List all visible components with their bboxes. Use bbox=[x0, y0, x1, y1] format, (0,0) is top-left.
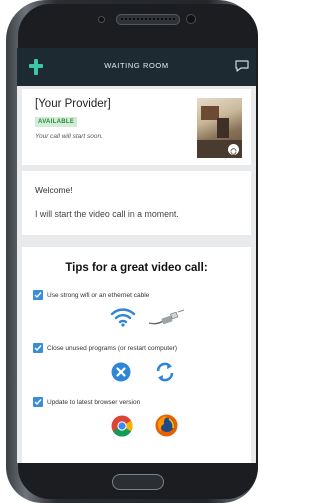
checkbox-icon bbox=[33, 290, 43, 300]
top-bar: WAITING ROOM bbox=[17, 48, 256, 86]
welcome-message: I will start the video call in a moment. bbox=[35, 209, 179, 219]
welcome-heading: Welcome! bbox=[35, 185, 73, 195]
refresh-icon bbox=[156, 362, 174, 382]
tips-card: Tips for a great video call: Use strong … bbox=[22, 247, 251, 463]
welcome-card: Welcome! I will start the video call in … bbox=[22, 171, 251, 235]
app-screen: WAITING ROOM [Your Provider] AVAILABLE Y… bbox=[17, 48, 256, 463]
chat-bubble-icon[interactable] bbox=[234, 59, 250, 73]
sensor-icon bbox=[98, 16, 105, 23]
self-video-preview bbox=[197, 98, 242, 158]
phone-frame: WAITING ROOM [Your Provider] AVAILABLE Y… bbox=[6, 0, 258, 503]
wifi-icon bbox=[110, 308, 136, 327]
switch-camera-icon[interactable] bbox=[228, 144, 239, 155]
tips-title: Tips for a great video call: bbox=[65, 262, 208, 274]
front-camera-icon bbox=[186, 14, 196, 24]
tip-wifi: Use strong wifi or an ethernet cable bbox=[47, 292, 150, 299]
chrome-icon bbox=[111, 415, 133, 437]
ethernet-cable-icon bbox=[148, 309, 185, 325]
call-status-text: Your call will start soon. bbox=[35, 133, 103, 140]
home-button[interactable] bbox=[112, 474, 164, 490]
tip-close-programs: Close unused programs (or restart comput… bbox=[47, 345, 178, 352]
close-circle-icon bbox=[111, 362, 131, 382]
provider-card: [Your Provider] AVAILABLE Your call will… bbox=[22, 89, 251, 165]
checkbox-icon bbox=[33, 397, 43, 407]
provider-name: [Your Provider] bbox=[35, 98, 111, 110]
screen-title: WAITING ROOM bbox=[104, 61, 169, 70]
checkbox-icon bbox=[33, 343, 43, 353]
firefox-icon bbox=[155, 414, 178, 437]
status-badge: AVAILABLE bbox=[35, 117, 78, 127]
earpiece-speaker bbox=[116, 14, 180, 25]
tip-update-browser: Update to latest browser version bbox=[47, 399, 141, 406]
